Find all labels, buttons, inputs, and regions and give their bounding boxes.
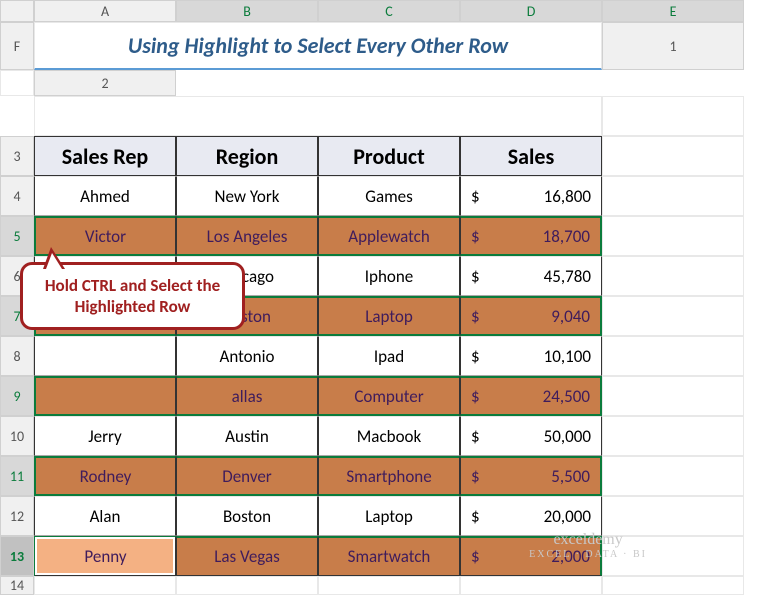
watermark: exceldemy EXCEL · DATA · BI — [529, 531, 647, 560]
cell-B4[interactable]: Ahmed — [34, 176, 176, 216]
cell-C11[interactable]: Denver — [176, 456, 318, 496]
watermark-main: exceldemy — [529, 531, 647, 549]
cell-F11[interactable] — [602, 456, 744, 496]
row-header-1[interactable]: 1 — [602, 22, 744, 70]
cell-E8[interactable]: $10,100 — [460, 336, 602, 376]
row-header-14[interactable]: 14 — [0, 576, 34, 595]
sales-value: 45,780 — [544, 266, 591, 287]
cell-B12[interactable]: Alan — [34, 496, 176, 536]
cell-D4[interactable]: Games — [318, 176, 460, 216]
cell-E10[interactable]: $50,000 — [460, 416, 602, 456]
cell-C8[interactable]: Antonio — [176, 336, 318, 376]
watermark-sub: EXCEL · DATA · BI — [529, 549, 647, 560]
col-header-F[interactable]: F — [0, 22, 34, 70]
cell-B10[interactable]: Jerry — [34, 416, 176, 456]
cell-B13-active[interactable]: Penny — [34, 536, 176, 576]
cell-F8[interactable] — [602, 336, 744, 376]
row-header-2[interactable]: 2 — [34, 70, 176, 96]
cell-E6[interactable]: $45,780 — [460, 256, 602, 296]
cell-C13[interactable]: Las Vegas — [176, 536, 318, 576]
cell-E12[interactable]: $20,000 — [460, 496, 602, 536]
header-salesrep: Sales Rep — [34, 136, 176, 176]
cell-D14[interactable] — [318, 576, 460, 595]
cell-B11[interactable]: Rodney — [34, 456, 176, 496]
cell-D8[interactable]: Ipad — [318, 336, 460, 376]
cell-B8[interactable] — [34, 336, 176, 376]
header-region: Region — [176, 136, 318, 176]
currency-symbol: $ — [471, 386, 480, 407]
cell-E11[interactable]: $5,500 — [460, 456, 602, 496]
currency-symbol: $ — [471, 186, 480, 207]
cell-merged-2[interactable] — [34, 96, 602, 136]
cell-C12[interactable]: Boston — [176, 496, 318, 536]
row-header-10[interactable]: 10 — [0, 416, 34, 456]
cell-B14[interactable] — [34, 576, 176, 595]
cell-E14[interactable] — [460, 576, 602, 595]
cell-F3[interactable] — [602, 136, 744, 176]
col-header-B[interactable]: B — [176, 0, 318, 22]
cell-C10[interactable]: Austin — [176, 416, 318, 456]
page-title: Using Highlight to Select Every Other Ro… — [34, 22, 602, 70]
cell-F10[interactable] — [602, 416, 744, 456]
col-header-E[interactable]: E — [602, 0, 744, 22]
cell-C5[interactable]: Los Angeles — [176, 216, 318, 256]
cell-D7[interactable]: Laptop — [318, 296, 460, 336]
cell-D13[interactable]: Smartwatch — [318, 536, 460, 576]
col-header-D[interactable]: D — [460, 0, 602, 22]
row-header-11[interactable]: 11 — [0, 456, 34, 496]
col-header-C[interactable]: C — [318, 0, 460, 22]
currency-symbol: $ — [471, 266, 480, 287]
header-product: Product — [318, 136, 460, 176]
cell-B9[interactable] — [34, 376, 176, 416]
cell-C14[interactable] — [176, 576, 318, 595]
cell-F9[interactable] — [602, 376, 744, 416]
cell-D10[interactable]: Macbook — [318, 416, 460, 456]
cell-F14[interactable] — [602, 576, 744, 595]
cell-F5[interactable] — [602, 216, 744, 256]
sales-value: 16,800 — [544, 186, 591, 207]
cell-E9[interactable]: $24,500 — [460, 376, 602, 416]
select-all-corner[interactable] — [0, 0, 34, 22]
currency-symbol: $ — [471, 346, 480, 367]
header-sales: Sales — [460, 136, 602, 176]
sales-value: 9,040 — [551, 306, 590, 327]
row-header-3[interactable]: 3 — [0, 136, 34, 176]
col-header-A[interactable]: A — [34, 0, 176, 22]
instruction-callout: Hold CTRL and Select the Highlighted Row — [20, 262, 245, 330]
sales-value: 20,000 — [544, 506, 591, 527]
cell-F1[interactable] — [0, 70, 34, 96]
row-header-4[interactable]: 4 — [0, 176, 34, 216]
currency-symbol: $ — [471, 226, 480, 247]
cell-F6[interactable] — [602, 256, 744, 296]
row-header-5[interactable]: 5 — [0, 216, 34, 256]
cell-D5[interactable]: Applewatch — [318, 216, 460, 256]
cell-F12[interactable] — [602, 496, 744, 536]
currency-symbol: $ — [471, 506, 480, 527]
cell-C4[interactable]: New York — [176, 176, 318, 216]
sales-value: 50,000 — [544, 426, 591, 447]
cell-E4[interactable]: $16,800 — [460, 176, 602, 216]
sales-value: 18,700 — [543, 226, 590, 247]
row-header-9[interactable]: 9 — [0, 376, 34, 416]
cell-E7[interactable]: $9,040 — [460, 296, 602, 336]
cell-D6[interactable]: Iphone — [318, 256, 460, 296]
cell-F4[interactable] — [602, 176, 744, 216]
cell-D11[interactable]: Smartphone — [318, 456, 460, 496]
sales-value: 10,100 — [544, 346, 591, 367]
currency-symbol: $ — [471, 306, 480, 327]
cell-C9[interactable]: allas — [176, 376, 318, 416]
currency-symbol: $ — [471, 426, 480, 447]
row-header-8[interactable]: 8 — [0, 336, 34, 376]
currency-symbol: $ — [471, 546, 480, 567]
currency-symbol: $ — [471, 466, 480, 487]
cell-F2[interactable] — [602, 96, 744, 136]
cell-D12[interactable]: Laptop — [318, 496, 460, 536]
cell-D9[interactable]: Computer — [318, 376, 460, 416]
sales-value: 5,500 — [551, 466, 590, 487]
sales-value: 24,500 — [543, 386, 590, 407]
row-header-12[interactable]: 12 — [0, 496, 34, 536]
cell-F7[interactable] — [602, 296, 744, 336]
row-header-13[interactable]: 13 — [0, 536, 34, 576]
cell-E5[interactable]: $18,700 — [460, 216, 602, 256]
